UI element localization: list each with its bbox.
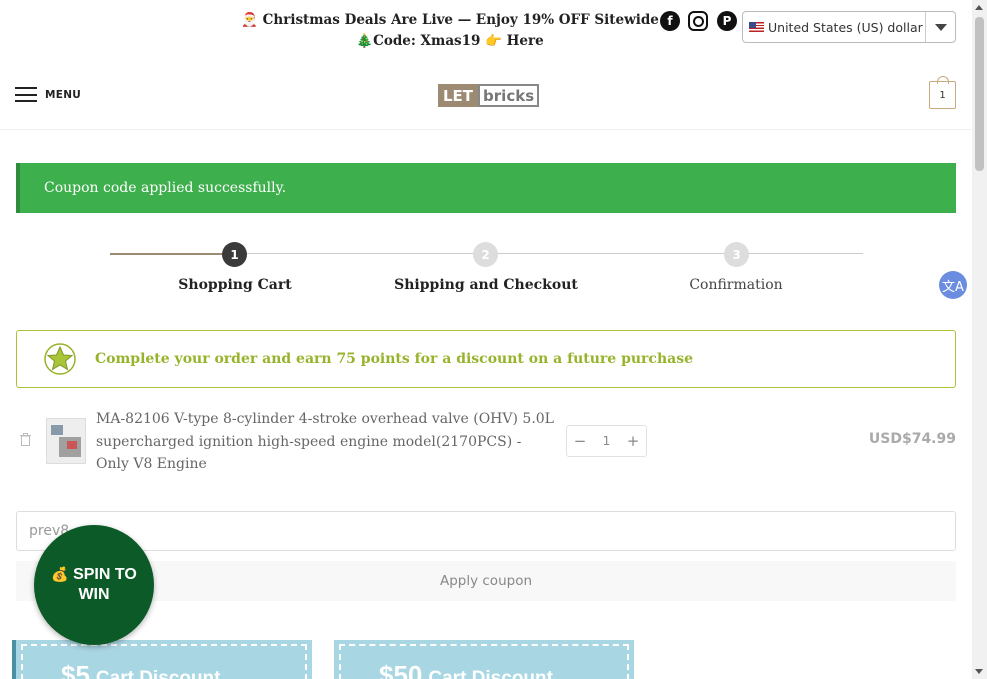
scroll-up-icon[interactable] bbox=[975, 5, 983, 10]
pinterest-icon[interactable]: P bbox=[717, 11, 737, 31]
increase-button[interactable]: + bbox=[620, 432, 646, 450]
promo-link[interactable]: Here bbox=[507, 33, 544, 49]
money-bag-icon: 💰 bbox=[51, 567, 69, 583]
step-2-label: Shipping and Checkout bbox=[394, 277, 578, 293]
spin-to-win-button[interactable]: 💰 SPIN TO WIN bbox=[34, 525, 154, 645]
discount-label: Cart Discount bbox=[95, 668, 221, 679]
step-3-number: 3 bbox=[724, 242, 749, 267]
page-scrollbar[interactable] bbox=[972, 0, 987, 679]
discount-card[interactable]: $5 Cart Discount bbox=[12, 640, 312, 679]
apply-coupon-button[interactable]: Apply coupon bbox=[16, 561, 956, 601]
pointing-hand-icon: 👉 bbox=[485, 33, 502, 49]
currency-value: United States (US) dollar bbox=[768, 19, 923, 35]
promo-code: Code: Xmas19 bbox=[373, 33, 481, 49]
product-price: USD$74.99 bbox=[868, 431, 956, 447]
instagram-icon[interactable] bbox=[688, 11, 708, 31]
points-message: Complete your order and earn 75 points f… bbox=[95, 351, 693, 367]
site-header: MENU LET bricks 1 bbox=[0, 62, 972, 130]
quantity-stepper[interactable]: − 1 + bbox=[566, 425, 647, 457]
step-2-number: 2 bbox=[473, 242, 498, 267]
discount-card[interactable]: $50 Cart Discount bbox=[334, 640, 634, 679]
quantity-value[interactable]: 1 bbox=[593, 434, 620, 448]
logo-part-2: bricks bbox=[478, 84, 540, 107]
us-flag-icon bbox=[749, 22, 764, 32]
hamburger-icon bbox=[15, 87, 37, 102]
promo-main: Christmas Deals Are Live — Enjoy 19% OFF… bbox=[262, 12, 659, 28]
trash-icon[interactable] bbox=[20, 433, 31, 446]
points-banner: Complete your order and earn 75 points f… bbox=[16, 330, 956, 388]
product-name[interactable]: MA-82106 V-type 8-cylinder 4-stroke over… bbox=[96, 408, 556, 476]
translate-icon[interactable]: 文A bbox=[939, 271, 967, 299]
cart-icon[interactable]: 1 bbox=[929, 76, 956, 109]
scrollbar-thumb[interactable] bbox=[975, 17, 984, 171]
menu-label: MENU bbox=[45, 88, 82, 101]
announcement-bar: 🎅 Christmas Deals Are Live — Enjoy 19% O… bbox=[0, 0, 972, 56]
chevron-down-icon[interactable] bbox=[925, 12, 955, 42]
promo-text: 🎅 Christmas Deals Are Live — Enjoy 19% O… bbox=[240, 10, 660, 52]
currency-select[interactable]: United States (US) dollar bbox=[742, 11, 956, 43]
discount-label: Cart Discount bbox=[428, 668, 553, 679]
tree-icon: 🎄 bbox=[356, 33, 374, 49]
decrease-button[interactable]: − bbox=[567, 432, 593, 450]
santa-icon: 🎅 bbox=[241, 12, 258, 28]
logo-part-1: LET bbox=[438, 84, 479, 107]
discount-amount: $50 bbox=[379, 660, 423, 679]
scroll-down-icon[interactable] bbox=[975, 669, 983, 674]
step-3-label: Confirmation bbox=[689, 277, 783, 293]
discount-amount: $5 bbox=[61, 660, 90, 679]
menu-button[interactable]: MENU bbox=[15, 87, 81, 102]
site-logo[interactable]: LET bricks bbox=[438, 84, 540, 107]
product-thumbnail[interactable] bbox=[46, 418, 86, 464]
spin-label: SPIN TO WIN bbox=[73, 566, 137, 603]
star-icon bbox=[44, 343, 76, 375]
facebook-icon[interactable]: f bbox=[660, 11, 680, 31]
success-notice: Coupon code applied successfully. bbox=[16, 163, 956, 213]
step-1-number: 1 bbox=[222, 242, 247, 267]
step-1-label: Shopping Cart bbox=[178, 277, 292, 293]
coupon-input[interactable]: prev8 bbox=[16, 511, 956, 551]
